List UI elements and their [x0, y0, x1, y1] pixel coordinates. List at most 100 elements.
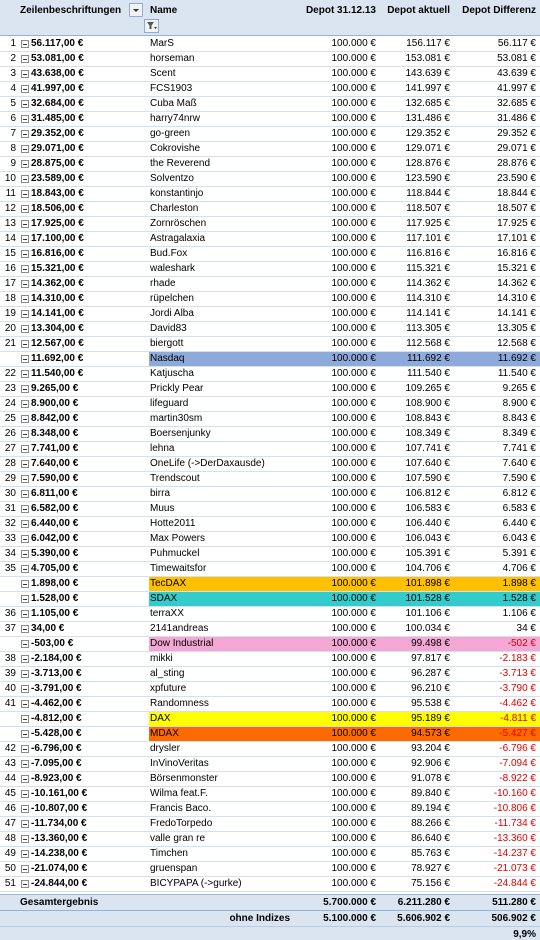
depot-start-value[interactable]: 100.000 € — [332, 697, 377, 712]
row-label[interactable]: 29.352,00 € — [31, 127, 84, 142]
participant-name[interactable]: Max Powers — [150, 532, 205, 547]
depot-current-value[interactable]: 128.876 € — [406, 157, 451, 172]
depot-start-value[interactable]: 100.000 € — [332, 547, 377, 562]
depot-start-value[interactable]: 100.000 € — [332, 142, 377, 157]
depot-difference-value[interactable]: 56.117 € — [498, 37, 536, 52]
collapse-icon[interactable] — [21, 835, 29, 843]
collapse-icon[interactable] — [21, 610, 29, 618]
depot-difference-value[interactable]: 14.362 € — [497, 277, 536, 292]
depot-difference-value[interactable]: 14.141 € — [497, 307, 536, 322]
table-row[interactable]: 8 29.071,00 € Cokrovishe 100.000 € 129.071 €… — [0, 142, 540, 157]
collapse-icon[interactable] — [21, 805, 29, 813]
depot-start-value[interactable]: 100.000 € — [332, 667, 377, 682]
collapse-icon[interactable] — [21, 70, 29, 78]
row-label[interactable]: 8.842,00 € — [31, 412, 78, 427]
collapse-icon[interactable] — [21, 850, 29, 858]
depot-start-value[interactable]: 100.000 € — [332, 52, 377, 67]
row-label[interactable]: 28.875,00 € — [31, 157, 84, 172]
row-label[interactable]: -2.184,00 € — [31, 652, 82, 667]
table-row[interactable]: 49 -14.238,00 € Timchen 100.000 € 85.763 € -1… — [0, 847, 540, 862]
participant-name[interactable]: Katjuscha — [150, 367, 194, 382]
participant-name[interactable]: horseman — [150, 52, 194, 67]
participant-name[interactable]: rüpelchen — [150, 292, 194, 307]
depot-start-value[interactable]: 100.000 € — [332, 352, 377, 367]
table-row[interactable]: 22 11.540,00 € Katjuscha 100.000 € 111.540 €… — [0, 367, 540, 382]
collapse-icon[interactable] — [21, 160, 29, 168]
depot-difference-value[interactable]: -4.462 € — [499, 697, 536, 712]
collapse-icon[interactable] — [21, 655, 29, 663]
table-row[interactable]: 21 12.567,00 € biergott 100.000 € 112.568 € 1… — [0, 337, 540, 352]
depot-difference-value[interactable]: -14.237 € — [494, 847, 536, 862]
grand-total-difference[interactable]: 511.280 € — [492, 895, 536, 911]
depot-start-value[interactable]: 100.000 € — [332, 712, 377, 727]
depot-start-value[interactable]: 100.000 € — [332, 877, 377, 892]
table-row[interactable]: 47 -11.734,00 € FredoTorpedo 100.000 € 88.26… — [0, 817, 540, 832]
table-row[interactable]: 41 -4.462,00 € Randomness 100.000 € 95.538 €… — [0, 697, 540, 712]
collapse-icon[interactable] — [21, 205, 29, 213]
participant-name[interactable]: Dow Industrial — [150, 637, 213, 652]
participant-name[interactable]: Muus — [150, 502, 174, 517]
participant-name[interactable]: go-green — [150, 127, 190, 142]
depot-difference-value[interactable]: 1.528 € — [503, 592, 536, 607]
participant-name[interactable]: rhade — [150, 277, 176, 292]
index-row[interactable]: 11.692,00 € Nasdaq 100.000 € 111.692 € 11.69… — [0, 352, 540, 367]
depot-start-value[interactable]: 100.000 € — [332, 202, 377, 217]
participant-name[interactable]: xpfuture — [150, 682, 186, 697]
collapse-icon[interactable] — [21, 730, 29, 738]
depot-difference-value[interactable]: -6.796 € — [499, 742, 536, 757]
table-row[interactable]: 38 -2.184,00 € mikki 100.000 € 97.817 € -2.18… — [0, 652, 540, 667]
collapse-icon[interactable] — [21, 460, 29, 468]
depot-current-value[interactable]: 114.141 € — [406, 307, 450, 322]
table-row[interactable]: 33 6.042,00 € Max Powers 100.000 € 106.043 €… — [0, 532, 540, 547]
depot-current-value[interactable]: 92.906 € — [411, 757, 450, 772]
row-label[interactable]: 14.362,00 € — [31, 277, 84, 292]
depot-current-value[interactable]: 108.900 € — [406, 397, 451, 412]
depot-difference-value[interactable]: 16.816 € — [497, 247, 536, 262]
depot-current-value[interactable]: 107.741 € — [406, 442, 451, 457]
depot-current-value[interactable]: 108.349 € — [406, 427, 451, 442]
collapse-icon[interactable] — [21, 640, 29, 648]
depot-current-value[interactable]: 78.927 € — [411, 862, 450, 877]
depot-current-value[interactable]: 117.101 € — [406, 232, 450, 247]
depot-current-value[interactable]: 106.043 € — [406, 532, 451, 547]
depot-current-value[interactable]: 107.640 € — [406, 457, 451, 472]
depot-current-value[interactable]: 115.321 € — [406, 262, 450, 277]
grand-total-current[interactable]: 6.211.280 € — [398, 895, 450, 911]
depot-difference-value[interactable]: -7.094 € — [499, 757, 536, 772]
depot-start-value[interactable]: 100.000 € — [332, 262, 377, 277]
table-row[interactable]: 7 29.352,00 € go-green 100.000 € 129.352 € 29… — [0, 127, 540, 142]
table-row[interactable]: 28 7.640,00 € OneLife (->DerDaxausde) 100.0… — [0, 457, 540, 472]
depot-start-value[interactable]: 100.000 € — [332, 187, 377, 202]
table-row[interactable]: 39 -3.713,00 € al_sting 100.000 € 96.287 € -3… — [0, 667, 540, 682]
index-row[interactable]: -503,00 € Dow Industrial 100.000 € 99.498 €… — [0, 637, 540, 652]
row-label[interactable]: 34,00 € — [31, 622, 64, 637]
collapse-icon[interactable] — [21, 790, 29, 798]
collapse-icon[interactable] — [21, 265, 29, 273]
depot-start-value[interactable]: 100.000 € — [332, 67, 377, 82]
depot-difference-value[interactable]: 6.043 € — [503, 532, 536, 547]
depot-current-value[interactable]: 114.310 € — [406, 292, 450, 307]
depot-current-value[interactable]: 106.440 € — [406, 517, 451, 532]
table-row[interactable]: 20 13.304,00 € David83 100.000 € 113.305 € 13… — [0, 322, 540, 337]
depot-start-value[interactable]: 100.000 € — [332, 292, 377, 307]
participant-name[interactable]: Nasdaq — [150, 352, 184, 367]
collapse-icon[interactable] — [21, 340, 29, 348]
collapse-icon[interactable] — [21, 355, 29, 363]
depot-current-value[interactable]: 118.844 € — [406, 187, 450, 202]
collapse-icon[interactable] — [21, 580, 29, 588]
participant-name[interactable]: Timewaitsfor — [150, 562, 206, 577]
table-row[interactable]: 46 -10.807,00 € Francis Baco. 100.000 € 89.1… — [0, 802, 540, 817]
table-row[interactable]: 12 18.506,00 € Charleston 100.000 € 118.507 … — [0, 202, 540, 217]
depot-difference-value[interactable]: -13.360 € — [494, 832, 536, 847]
depot-current-value[interactable]: 89.840 € — [411, 787, 450, 802]
depot-start-value[interactable]: 100.000 € — [332, 112, 377, 127]
depot-start-value[interactable]: 100.000 € — [332, 157, 377, 172]
depot-start-value[interactable]: 100.000 € — [332, 742, 377, 757]
depot-start-value[interactable]: 100.000 € — [332, 232, 377, 247]
depot-difference-value[interactable]: 14.310 € — [497, 292, 536, 307]
depot-start-value[interactable]: 100.000 € — [332, 367, 377, 382]
depot-current-value[interactable]: 94.573 € — [411, 727, 450, 742]
participant-name[interactable]: drysler — [150, 742, 180, 757]
participant-name[interactable]: Trendscout — [150, 472, 200, 487]
depot-current-value[interactable]: 89.194 € — [411, 802, 450, 817]
